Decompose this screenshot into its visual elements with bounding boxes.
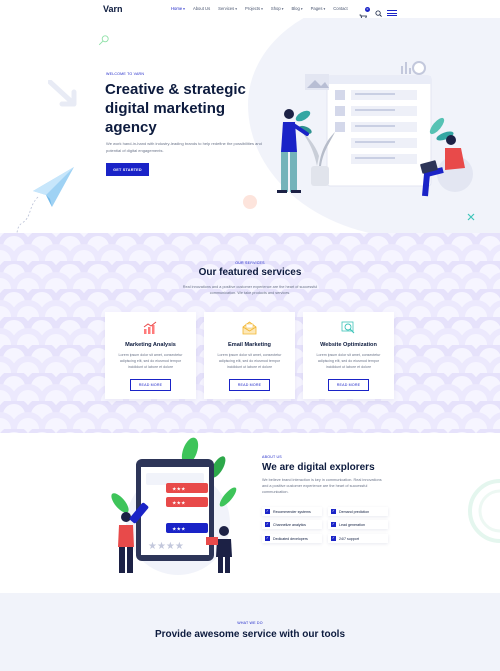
search-optimization-icon bbox=[341, 321, 355, 334]
ring-decoration bbox=[468, 479, 500, 543]
menu-item-shop[interactable]: Shop▾ bbox=[271, 6, 284, 11]
paper-plane-icon bbox=[16, 167, 74, 233]
svg-text:★★★: ★★★ bbox=[172, 487, 186, 493]
mail-icon bbox=[242, 321, 257, 335]
menu-icon[interactable] bbox=[387, 10, 397, 16]
check-icon: ✓ bbox=[265, 536, 270, 541]
menu-item-contact[interactable]: Contact bbox=[333, 6, 347, 11]
top-nav: Varn Home▾ About Us Services▾ Projects▾ … bbox=[0, 0, 500, 22]
chart-icon bbox=[143, 321, 157, 334]
card-title: Marketing Analysis bbox=[125, 342, 176, 348]
about-title: We are digital explorers bbox=[262, 462, 375, 473]
card-text: Lorem ipsum dolor sit amet, consectetur … bbox=[217, 353, 282, 369]
arrow-decoration-icon bbox=[48, 80, 77, 107]
about-illustration: ★★★ ★★★ ★★★ ★★★★ bbox=[111, 437, 237, 575]
feature-item: ✓ Demand prediction bbox=[328, 507, 388, 516]
what-we-do-title: Provide awesome service with our tools bbox=[154, 629, 346, 640]
card-text: Lorem ipsum dolor sit amet, consectetur … bbox=[316, 353, 381, 369]
chevron-down-icon: ▾ bbox=[281, 7, 284, 11]
card-text: Lorem ipsum dolor sit amet, consectetur … bbox=[118, 353, 183, 369]
service-card-email-marketing: Email Marketing Lorem ipsum dolor sit am… bbox=[204, 312, 295, 399]
chevron-down-icon: ▾ bbox=[323, 7, 326, 11]
feature-item: ✓ Dedicated developers bbox=[262, 534, 322, 543]
svg-text:★★★: ★★★ bbox=[172, 501, 186, 507]
service-card-marketing-analysis: Marketing Analysis Lorem ipsum dolor sit… bbox=[105, 312, 196, 399]
hero-eyebrow: WELCOME TO VARN bbox=[106, 72, 145, 76]
feature-item: ✓ Lead generation bbox=[328, 520, 388, 529]
menu-item-services[interactable]: Services▾ bbox=[218, 6, 237, 11]
services-section: OUR SERVICES Our featured services Real … bbox=[0, 233, 500, 433]
menu-item-home[interactable]: Home▾ bbox=[171, 6, 185, 11]
menu-item-blog[interactable]: Blog▾ bbox=[291, 6, 302, 11]
menu-item-about[interactable]: About Us bbox=[193, 6, 210, 11]
check-icon: ✓ bbox=[331, 509, 336, 514]
about-description: We believe brand interaction is key in c… bbox=[262, 478, 382, 494]
logo[interactable]: Varn bbox=[103, 4, 123, 14]
services-description: Real innovations and a positive customer… bbox=[182, 285, 318, 295]
menu-item-projects[interactable]: Projects▾ bbox=[245, 6, 263, 11]
hero-section: WELCOME TO VARN Creative & strategic dig… bbox=[0, 18, 500, 233]
chevron-down-icon: ▾ bbox=[300, 7, 303, 11]
check-icon: ✓ bbox=[265, 509, 270, 514]
read-more-button[interactable]: READ MORE bbox=[328, 379, 369, 391]
what-we-do-eyebrow: WHAT WE DO bbox=[237, 621, 263, 625]
menu-item-pages[interactable]: Pages▾ bbox=[311, 6, 326, 11]
hero-title: Creative & strategic digital marketing a… bbox=[105, 81, 246, 136]
check-icon: ✓ bbox=[331, 522, 336, 527]
main-menu: Home▾ About Us Services▾ Projects▾ Shop▾… bbox=[171, 6, 356, 11]
about-section: ★★★ ★★★ ★★★ ★★★★ ABOUT US We are digital e… bbox=[0, 433, 500, 593]
services-eyebrow: OUR SERVICES bbox=[235, 261, 265, 265]
service-card-website-optimization: Website Optimization Lorem ipsum dolor s… bbox=[303, 312, 394, 399]
read-more-button[interactable]: READ MORE bbox=[130, 379, 171, 391]
svg-text:★★★★: ★★★★ bbox=[148, 541, 184, 552]
about-eyebrow: ABOUT US bbox=[262, 455, 282, 459]
chevron-down-icon: ▾ bbox=[261, 7, 263, 11]
read-more-button[interactable]: READ MORE bbox=[229, 379, 270, 391]
chevron-down-icon: ▾ bbox=[235, 7, 237, 11]
chevron-down-icon: ▾ bbox=[183, 7, 185, 11]
cart-icon[interactable]: 0 bbox=[359, 7, 370, 22]
services-title: Our featured services bbox=[198, 267, 302, 278]
what-we-do-section: WHAT WE DO Provide awesome service with … bbox=[0, 593, 500, 671]
check-icon: ✓ bbox=[265, 522, 270, 527]
cart-count-badge: 0 bbox=[365, 7, 370, 12]
hero-illustration bbox=[277, 61, 473, 197]
card-title: Email Marketing bbox=[228, 342, 271, 348]
hero-description: We work hand-in-hand with industry-leadi… bbox=[106, 141, 262, 153]
svg-text:★★★: ★★★ bbox=[172, 527, 186, 533]
feature-item: ✓ Recommender systems bbox=[262, 507, 322, 516]
feature-item: ✓ 24/7 support bbox=[328, 534, 388, 543]
feature-item: ✓ Channelize analytics bbox=[262, 520, 322, 529]
card-title: Website Optimization bbox=[320, 342, 377, 348]
magnifier-icon bbox=[98, 35, 109, 46]
check-icon: ✓ bbox=[331, 536, 336, 541]
get-started-button[interactable]: GET STARTED bbox=[106, 163, 149, 176]
